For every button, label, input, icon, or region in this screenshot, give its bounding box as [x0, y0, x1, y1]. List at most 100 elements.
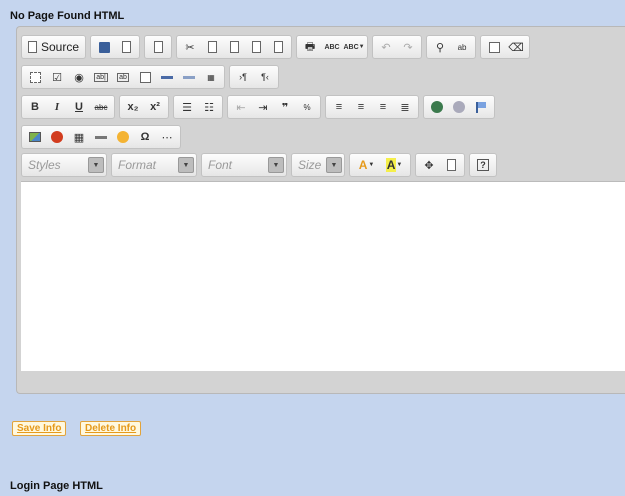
- page-break-icon: ⋯: [161, 131, 173, 144]
- hidden-field-button[interactable]: ▦: [200, 67, 222, 87]
- toolbar-group-direction: ›¶ ¶‹: [229, 65, 279, 89]
- align-justify-icon: ≣: [400, 101, 410, 114]
- paste-button[interactable]: [223, 37, 245, 57]
- underline-button[interactable]: U: [68, 97, 90, 117]
- format-combo-label: Format: [118, 158, 157, 172]
- select-all-button[interactable]: [483, 37, 505, 57]
- numbered-list-button[interactable]: ☰: [176, 97, 198, 117]
- smiley-button[interactable]: [112, 127, 134, 147]
- font-color-button[interactable]: A ▼: [352, 155, 380, 175]
- special-char-button[interactable]: Ω: [134, 127, 156, 147]
- redo-button[interactable]: ↷: [397, 37, 419, 57]
- font-color-icon: A: [358, 158, 368, 172]
- chevron-down-icon: ▼: [88, 157, 104, 173]
- toolbar-row-3: B I U abc x₂ x² ☰ ☷ ⇤ ⇥ ❞ % ≡ ≡ ≡ ≣: [21, 95, 495, 119]
- styles-combo[interactable]: Styles ▼: [21, 153, 107, 177]
- table-button[interactable]: ▦: [68, 127, 90, 147]
- toolbar-group-colors: A ▼ A ▼: [349, 153, 411, 177]
- bold-button[interactable]: B: [24, 97, 46, 117]
- radio-button[interactable]: ◉: [68, 67, 90, 87]
- toolbar-group-templates: [144, 35, 173, 59]
- show-blocks-button[interactable]: [440, 155, 462, 175]
- textarea-button[interactable]: ab: [112, 67, 134, 87]
- delete-info-button[interactable]: Delete Info: [80, 421, 142, 436]
- save-icon-button[interactable]: [93, 37, 115, 57]
- horizontal-rule-button[interactable]: [90, 127, 112, 147]
- maximize-button[interactable]: ✥: [418, 155, 440, 175]
- blockquote-button[interactable]: ❞: [274, 97, 296, 117]
- toolbar-group-basic: B I U abc: [21, 95, 115, 119]
- subscript-button[interactable]: x₂: [122, 97, 144, 117]
- align-center-button[interactable]: ≡: [350, 97, 372, 117]
- font-combo[interactable]: Font ▼: [201, 153, 287, 177]
- checkbox-button[interactable]: ☑: [46, 67, 68, 87]
- indent-button[interactable]: ⇥: [252, 97, 274, 117]
- textfield-button[interactable]: ab|: [90, 67, 112, 87]
- source-button[interactable]: Source: [24, 37, 83, 57]
- cut-button[interactable]: ✂: [179, 37, 201, 57]
- paste-word-icon: [273, 41, 283, 53]
- chevron-down-icon: ▼: [268, 157, 284, 173]
- align-left-button[interactable]: ≡: [328, 97, 350, 117]
- spell-as-you-type-button[interactable]: ABC ▼: [343, 37, 365, 57]
- select-button[interactable]: [134, 67, 156, 87]
- ltr-button[interactable]: ›¶: [232, 67, 254, 87]
- align-justify-button[interactable]: ≣: [394, 97, 416, 117]
- format-combo[interactable]: Format ▼: [111, 153, 197, 177]
- outdent-button[interactable]: ⇤: [230, 97, 252, 117]
- textarea-icon: ab: [117, 72, 129, 82]
- align-right-button[interactable]: ≡: [372, 97, 394, 117]
- radio-icon: ◉: [74, 71, 84, 84]
- copy-button[interactable]: [201, 37, 223, 57]
- chevron-down-icon: ▼: [368, 162, 375, 168]
- page-break-button[interactable]: ⋯: [156, 127, 178, 147]
- rtl-button[interactable]: ¶‹: [254, 67, 276, 87]
- remove-format-button[interactable]: ⌫: [505, 37, 527, 57]
- italic-button[interactable]: I: [46, 97, 68, 117]
- toolbar-row-4: ▦ Ω ⋯: [21, 125, 181, 149]
- paste-word-button[interactable]: [267, 37, 289, 57]
- superscript-button[interactable]: x²: [144, 97, 166, 117]
- italic-icon: I: [54, 101, 60, 113]
- paste-text-button[interactable]: [245, 37, 267, 57]
- chevron-down-icon: ▼: [178, 157, 194, 173]
- form-button[interactable]: [24, 67, 46, 87]
- outdent-icon: ⇤: [236, 101, 246, 114]
- floppy-icon: [98, 41, 110, 53]
- toolbar-group-script: x₂ x²: [119, 95, 169, 119]
- replace-icon: ab: [457, 42, 467, 52]
- bg-color-button[interactable]: A ▼: [380, 155, 408, 175]
- anchor-button[interactable]: [470, 97, 492, 117]
- create-div-button[interactable]: %: [296, 97, 318, 117]
- spellcheck-button[interactable]: ABC: [321, 37, 343, 57]
- flag-icon: [476, 101, 486, 113]
- flash-button[interactable]: [46, 127, 68, 147]
- show-blocks-icon: [446, 159, 456, 171]
- omega-icon: Ω: [140, 131, 150, 143]
- binoculars-icon: ⚲: [436, 41, 445, 54]
- button-button[interactable]: [156, 67, 178, 87]
- unlink-button[interactable]: [448, 97, 470, 117]
- size-combo[interactable]: Size ▼: [291, 153, 345, 177]
- help-button[interactable]: ?: [472, 155, 494, 175]
- replace-button[interactable]: ab: [451, 37, 473, 57]
- print-button[interactable]: 🖶: [299, 37, 321, 57]
- bulleted-list-button[interactable]: ☷: [198, 97, 220, 117]
- link-button[interactable]: [426, 97, 448, 117]
- image-icon: [29, 132, 41, 142]
- select-all-icon: [488, 41, 500, 53]
- image-button-button[interactable]: [178, 67, 200, 87]
- select-field-icon: [139, 71, 151, 83]
- strike-button[interactable]: abc: [90, 97, 112, 117]
- find-button[interactable]: ⚲: [429, 37, 451, 57]
- templates-button[interactable]: [147, 37, 169, 57]
- align-left-icon: ≡: [335, 101, 343, 113]
- preview-button[interactable]: [115, 37, 137, 57]
- undo-button[interactable]: ↶: [375, 37, 397, 57]
- image-button[interactable]: [24, 127, 46, 147]
- editor-content-area[interactable]: [21, 181, 625, 371]
- toolbar-row-5: Styles ▼ Format ▼ Font ▼ Size ▼ A ▼ A ▼ ✥ …: [21, 153, 497, 177]
- save-info-button[interactable]: Save Info: [12, 421, 67, 436]
- redo-icon: ↷: [403, 41, 413, 54]
- subscript-icon: x₂: [127, 101, 139, 113]
